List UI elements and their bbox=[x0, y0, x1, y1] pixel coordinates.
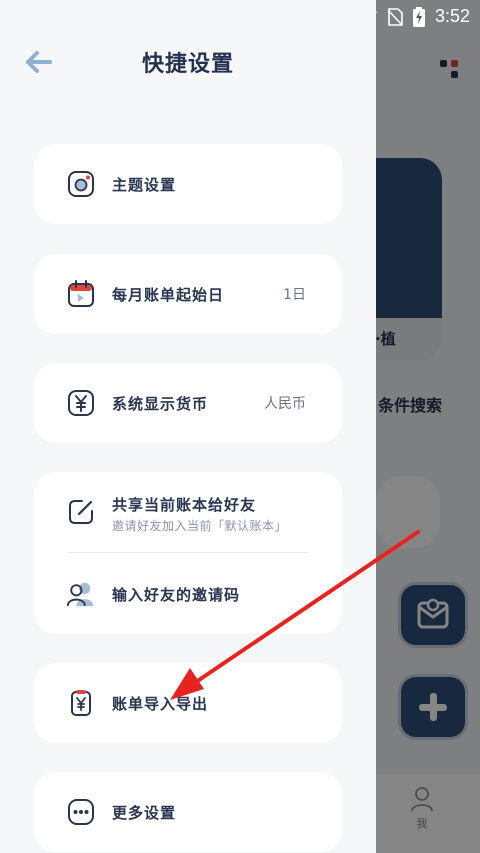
theme-settings-item[interactable]: 主题设置 bbox=[34, 144, 342, 224]
more-settings-item[interactable]: 更多设置 bbox=[34, 772, 342, 852]
more-settings-card: 更多设置 bbox=[34, 772, 342, 852]
billing-day-card: 每月账单起始日 1日 bbox=[34, 254, 342, 334]
yuan-icon bbox=[67, 389, 95, 417]
display-currency-label: 系统显示货币 bbox=[112, 394, 209, 413]
bill-import-export-item[interactable]: 账单导入导出 bbox=[34, 663, 342, 743]
calendar-icon bbox=[67, 280, 95, 308]
import-export-card: 账单导入导出 bbox=[34, 663, 342, 743]
battery-charging-icon bbox=[412, 6, 425, 27]
more-settings-label: 更多设置 bbox=[112, 803, 177, 822]
invite-code-item[interactable]: 输入好友的邀请码 bbox=[34, 554, 342, 634]
drawer-header: 快捷设置 bbox=[0, 34, 376, 90]
share-edit-icon bbox=[67, 498, 95, 526]
display-currency-item[interactable]: 系统显示货币 人民币 bbox=[34, 363, 342, 443]
theme-settings-label: 主题设置 bbox=[112, 175, 177, 194]
theme-card: 主题设置 bbox=[34, 144, 342, 224]
share-ledger-sublabel: 邀请好友加入当前「默认账本」 bbox=[112, 519, 288, 533]
more-dots-icon bbox=[67, 798, 95, 826]
status-time: 3:52 bbox=[434, 6, 470, 26]
quick-settings-drawer: 快捷设置 主题设置 每月账单起始日 1日 系统显示货币 人民币 共享当前账本给好… bbox=[0, 0, 376, 853]
share-card: 共享当前账本给好友 邀请好友加入当前「默认账本」 输入好友的邀请码 bbox=[34, 472, 342, 634]
share-ledger-item[interactable]: 共享当前账本给好友 邀请好友加入当前「默认账本」 bbox=[34, 472, 342, 552]
billing-start-day-item[interactable]: 每月账单起始日 1日 bbox=[34, 254, 342, 334]
friends-icon bbox=[67, 580, 95, 608]
page-title: 快捷设置 bbox=[141, 52, 234, 77]
theme-camera-icon bbox=[67, 170, 95, 198]
divider bbox=[68, 552, 308, 553]
invite-code-label: 输入好友的邀请码 bbox=[112, 585, 241, 604]
billing-start-day-value: 1日 bbox=[283, 287, 306, 303]
currency-card: 系统显示货币 人民币 bbox=[34, 363, 342, 443]
bill-import-export-label: 账单导入导出 bbox=[112, 694, 209, 713]
billing-start-day-label: 每月账单起始日 bbox=[112, 285, 225, 304]
no-sim-icon bbox=[387, 7, 403, 26]
share-ledger-label: 共享当前账本给好友 bbox=[112, 496, 257, 514]
bill-document-icon bbox=[67, 689, 95, 717]
display-currency-value: 人民币 bbox=[264, 396, 306, 412]
